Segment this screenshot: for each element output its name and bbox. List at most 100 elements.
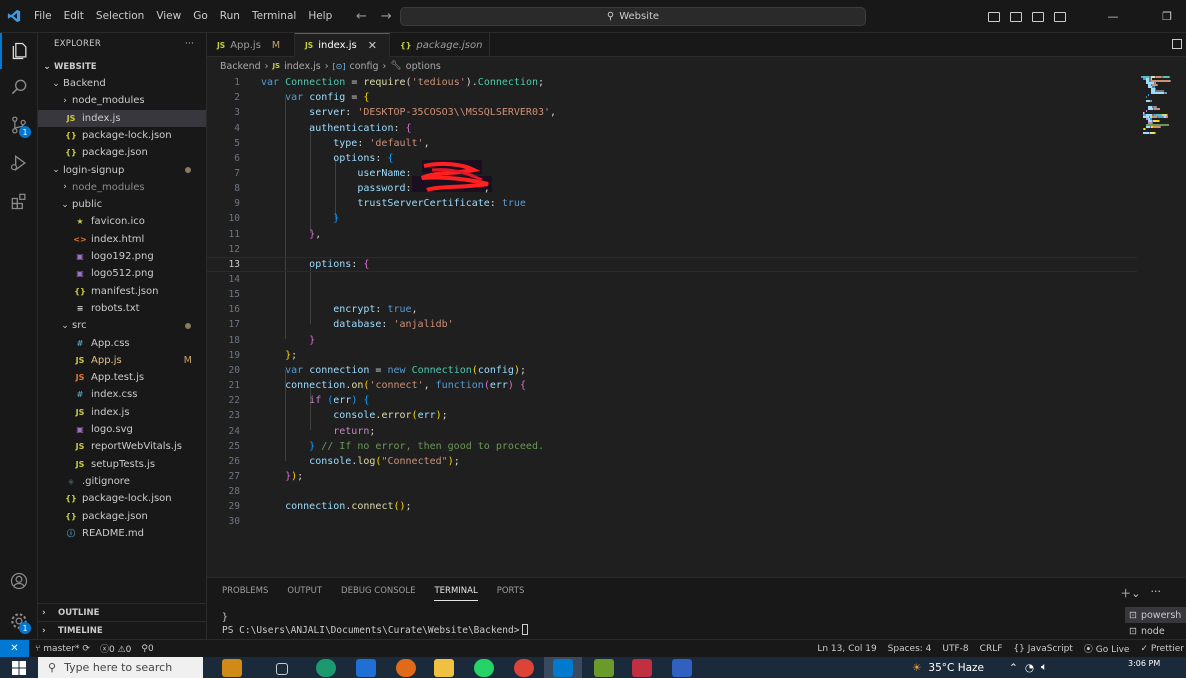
code-line[interactable]: 26 console.log("Connected"); — [207, 454, 1137, 469]
tab-terminal[interactable]: TERMINAL — [434, 586, 478, 601]
terminal-output[interactable]: } PS C:\Users\ANJALI\Documents\Curate\We… — [222, 612, 529, 637]
accounts-icon[interactable] — [0, 563, 38, 599]
file-item[interactable]: JS reportWebVitals.js — [38, 438, 206, 455]
menu-run[interactable]: Run — [214, 10, 246, 22]
code-line[interactable]: 10 } — [207, 211, 1137, 226]
file-item[interactable]: # App.css — [38, 335, 206, 352]
menu-edit[interactable]: Edit — [58, 10, 90, 22]
menu-help[interactable]: Help — [302, 10, 338, 22]
code-line[interactable]: 24 return; — [207, 423, 1137, 438]
file-item[interactable]: ▣ logo.svg — [38, 421, 206, 438]
line-ending[interactable]: CRLF — [980, 644, 1003, 654]
code-line[interactable]: 2 var config = { — [207, 90, 1137, 105]
minimap[interactable] — [1137, 74, 1186, 576]
code-line[interactable]: 14 — [207, 272, 1137, 287]
tab-ports[interactable]: PORTS — [497, 586, 525, 601]
file-item[interactable]: # index.css — [38, 386, 206, 403]
code-line[interactable]: 11 }, — [207, 227, 1137, 242]
timeline-section[interactable]: › TIMELINE — [38, 621, 206, 639]
menu-go[interactable]: Go — [187, 10, 214, 22]
close-icon[interactable]: ✕ — [368, 39, 377, 52]
restore-icon[interactable]: ❐ — [1160, 10, 1174, 23]
folder-item[interactable]: ⌄ public — [38, 196, 206, 213]
folder-item[interactable]: › node_modules — [38, 92, 206, 109]
code-line[interactable]: 9 trustServerCertificate: true — [207, 196, 1137, 211]
cursor-position[interactable]: Ln 13, Col 19 — [817, 644, 876, 654]
folder-item[interactable]: ⌄ login-signup — [38, 162, 206, 179]
menu-file[interactable]: File — [28, 10, 58, 22]
code-line[interactable]: 27 }); — [207, 469, 1137, 484]
code-line[interactable]: 3 server: 'DESKTOP-35COSO3\\MSSQLSERVER0… — [207, 105, 1137, 120]
code-line[interactable]: 17 database: 'anjalidb' — [207, 317, 1137, 332]
minimize-icon[interactable]: — — [1106, 10, 1120, 23]
weather-text[interactable]: 35°C Haze — [928, 662, 984, 674]
taskbar-app-icon[interactable] — [672, 659, 692, 677]
code-line[interactable]: 30 — [207, 514, 1137, 529]
mail-icon[interactable] — [356, 659, 376, 677]
code-line[interactable]: 16 encrypt: true, — [207, 302, 1137, 317]
taskbar-clock[interactable]: 3:06 PM — [1128, 659, 1160, 669]
breadcrumb-symbol[interactable]: config — [349, 61, 378, 72]
file-item[interactable]: JS App.js M — [38, 352, 206, 369]
network-icon[interactable]: ◔ — [1025, 662, 1034, 674]
folder-item[interactable]: ⌄ src — [38, 317, 206, 334]
file-item[interactable]: {} manifest.json — [38, 283, 206, 300]
code-line[interactable]: 6 options: { — [207, 151, 1137, 166]
code-line[interactable]: 29 connection.connect(); — [207, 499, 1137, 514]
file-item[interactable]: ⓘ README.md — [38, 525, 206, 542]
file-item[interactable]: ◈ .gitignore — [38, 473, 206, 490]
code-line[interactable]: 21 connection.on('connect', function(err… — [207, 378, 1137, 393]
remote-indicator-icon[interactable]: ✕ — [0, 639, 29, 658]
outline-section[interactable]: › OUTLINE — [38, 603, 206, 621]
tab-output[interactable]: OUTPUT — [287, 586, 322, 601]
new-terminal-icon[interactable]: ＋⌄ — [1120, 585, 1140, 601]
file-item[interactable]: ▣ logo512.png — [38, 265, 206, 282]
code-line[interactable]: 5 type: 'default', — [207, 136, 1137, 151]
file-item[interactable]: JS App.test.js — [38, 369, 206, 386]
code-line[interactable]: 7 userName: — [207, 166, 1137, 181]
language-mode[interactable]: {} JavaScript — [1013, 644, 1072, 654]
taskbar-app-icon[interactable] — [594, 659, 614, 677]
chevron-up-icon[interactable]: ⌃ — [1009, 662, 1018, 674]
vscode-taskbar-icon[interactable] — [553, 659, 573, 677]
search-icon[interactable] — [0, 69, 38, 105]
source-control-icon[interactable]: 1 — [0, 107, 38, 143]
tab-debug-console[interactable]: DEBUG CONSOLE — [341, 586, 415, 601]
file-item[interactable]: ≡ robots.txt — [38, 300, 206, 317]
file-item[interactable]: {} package.json — [38, 508, 206, 525]
breadcrumb-folder[interactable]: Backend — [220, 61, 261, 72]
forward-arrow-icon[interactable]: → — [381, 9, 392, 24]
file-item[interactable]: <> index.html — [38, 231, 206, 248]
file-item[interactable]: JS index.js — [38, 109, 206, 127]
problems-status[interactable]: ⓧ0 ⚠0 — [100, 642, 131, 655]
firefox-icon[interactable] — [396, 659, 416, 677]
tab-index-js[interactable]: JS index.js ✕ — [295, 33, 390, 57]
code-line[interactable]: 22 if (err) { — [207, 393, 1137, 408]
task-view-icon[interactable] — [276, 663, 288, 675]
customize-layout-icon[interactable] — [1054, 11, 1066, 22]
file-item[interactable]: {} package.json — [38, 144, 206, 161]
tab-app-js[interactable]: JS App.js M — [207, 33, 295, 57]
explorer-icon[interactable] — [0, 33, 38, 69]
ports-status[interactable]: ⚲0 — [141, 644, 153, 654]
workspace-root[interactable]: ⌄ WEBSITE — [38, 58, 206, 75]
code-line[interactable]: 13 options: { — [207, 256, 1137, 272]
breadcrumb-file[interactable]: index.js — [284, 61, 321, 72]
code-line[interactable]: 20 var connection = new Connection(confi… — [207, 363, 1137, 378]
back-arrow-icon[interactable]: ← — [356, 9, 367, 24]
code-line[interactable]: 4 authentication: { — [207, 120, 1137, 135]
taskbar-search-input[interactable]: ⚲ Type here to search — [38, 657, 203, 678]
terminal-item-node[interactable]: ⊡ node — [1125, 623, 1186, 639]
more-actions-icon[interactable]: ··· — [185, 39, 194, 49]
indentation[interactable]: Spaces: 4 — [888, 644, 932, 654]
code-line[interactable]: 18 } — [207, 333, 1137, 348]
file-item[interactable]: {} package-lock.json — [38, 490, 206, 507]
file-item[interactable]: JS index.js — [38, 404, 206, 421]
menu-selection[interactable]: Selection — [90, 10, 150, 22]
breadcrumb-property[interactable]: options — [406, 61, 441, 72]
file-item[interactable]: {} package-lock.json — [38, 127, 206, 144]
more-actions-icon[interactable]: ··· — [1151, 585, 1162, 601]
toggle-panel-icon[interactable] — [1010, 11, 1022, 22]
code-line[interactable]: 28 — [207, 484, 1137, 499]
go-live-button[interactable]: ⦿ Go Live — [1084, 642, 1130, 655]
